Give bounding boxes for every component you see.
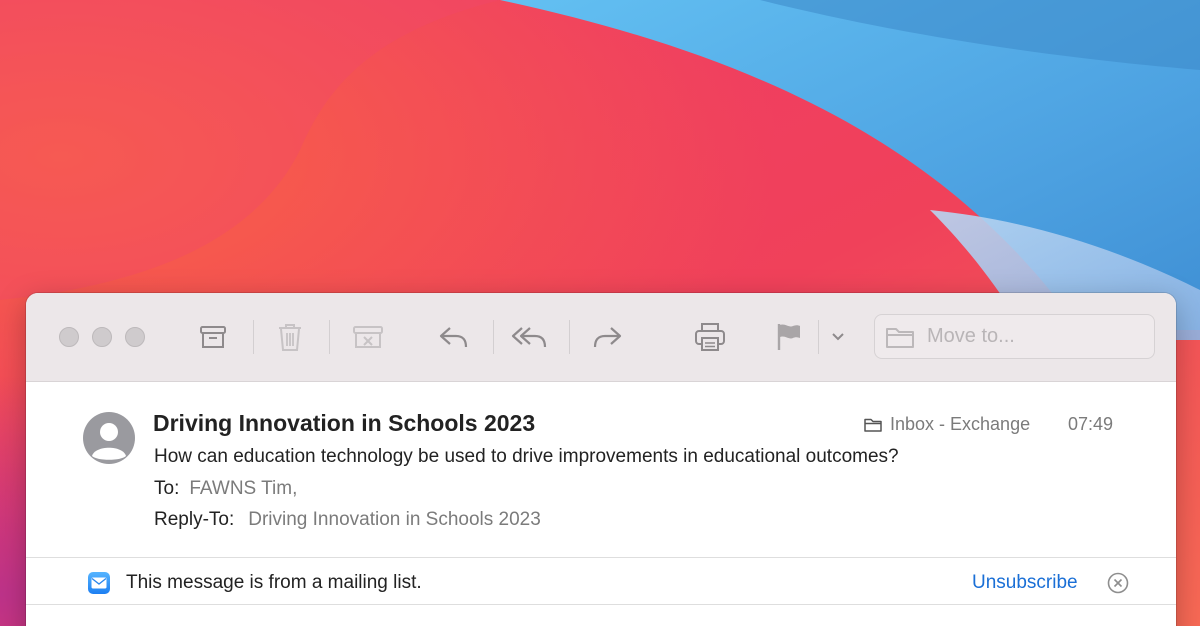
archive-button[interactable] (191, 315, 235, 359)
minimize-window-button[interactable] (92, 327, 112, 347)
zoom-window-button[interactable] (125, 327, 145, 347)
archive-icon (200, 326, 226, 348)
reply-to-label: Reply-To: (154, 509, 235, 530)
toolbar-separator (253, 320, 254, 354)
toolbar-separator (329, 320, 330, 354)
reply-icon (439, 327, 468, 348)
toolbar-separator (493, 320, 494, 354)
forward-button[interactable] (585, 315, 629, 359)
mailbox-name: Inbox - Exchange (890, 414, 1031, 434)
mail-window: Move to... Driving Innovation in Schools… (26, 293, 1176, 626)
flag-menu-button[interactable] (818, 315, 858, 359)
move-to-field[interactable]: Move to... (874, 314, 1155, 359)
header-divider (26, 557, 1176, 558)
to-label: To: (154, 478, 180, 499)
print-button[interactable] (688, 315, 732, 359)
toolbar: Move to... (26, 293, 1176, 382)
reply-all-icon (511, 327, 547, 348)
unsubscribe-link[interactable]: Unsubscribe (972, 572, 1078, 594)
forward-icon (593, 327, 622, 348)
move-to-placeholder: Move to... (927, 325, 1015, 347)
reply-to-row: Reply-To: Driving Innovation in Schools 2… (154, 509, 541, 531)
delete-button[interactable] (268, 315, 312, 359)
person-icon (92, 423, 126, 460)
message-summary: How can education technology be used to … (154, 446, 899, 467)
folder-icon (886, 327, 914, 348)
banner-divider (26, 604, 1176, 605)
junk-icon (353, 326, 383, 348)
reply-to-address[interactable]: Driving Innovation in Schools 2023 (248, 509, 541, 530)
toolbar-separator (569, 320, 570, 354)
dismiss-banner-button[interactable] (1107, 572, 1129, 594)
trash-icon (279, 324, 301, 351)
chevron-down-icon (832, 333, 844, 341)
mailbox-label[interactable]: Inbox - Exchange (864, 414, 1030, 435)
close-window-button[interactable] (59, 327, 79, 347)
flag-button[interactable] (767, 315, 811, 359)
sender-avatar (83, 412, 135, 464)
flag-icon (777, 324, 800, 350)
printer-icon (695, 323, 725, 351)
reply-button[interactable] (432, 315, 476, 359)
mailing-list-notice: This message is from a mailing list. (126, 572, 422, 593)
to-row: To: FAWNS Tim, (154, 478, 297, 500)
folder-icon (864, 418, 882, 432)
close-icon (1107, 572, 1129, 594)
mail-icon (88, 572, 110, 594)
reply-all-button[interactable] (508, 315, 552, 359)
to-recipient[interactable]: FAWNS Tim, (189, 478, 297, 499)
message-subject: Driving Innovation in Schools 2023 (153, 410, 536, 436)
junk-button[interactable] (346, 315, 390, 359)
message-time: 07:49 (1068, 414, 1114, 434)
